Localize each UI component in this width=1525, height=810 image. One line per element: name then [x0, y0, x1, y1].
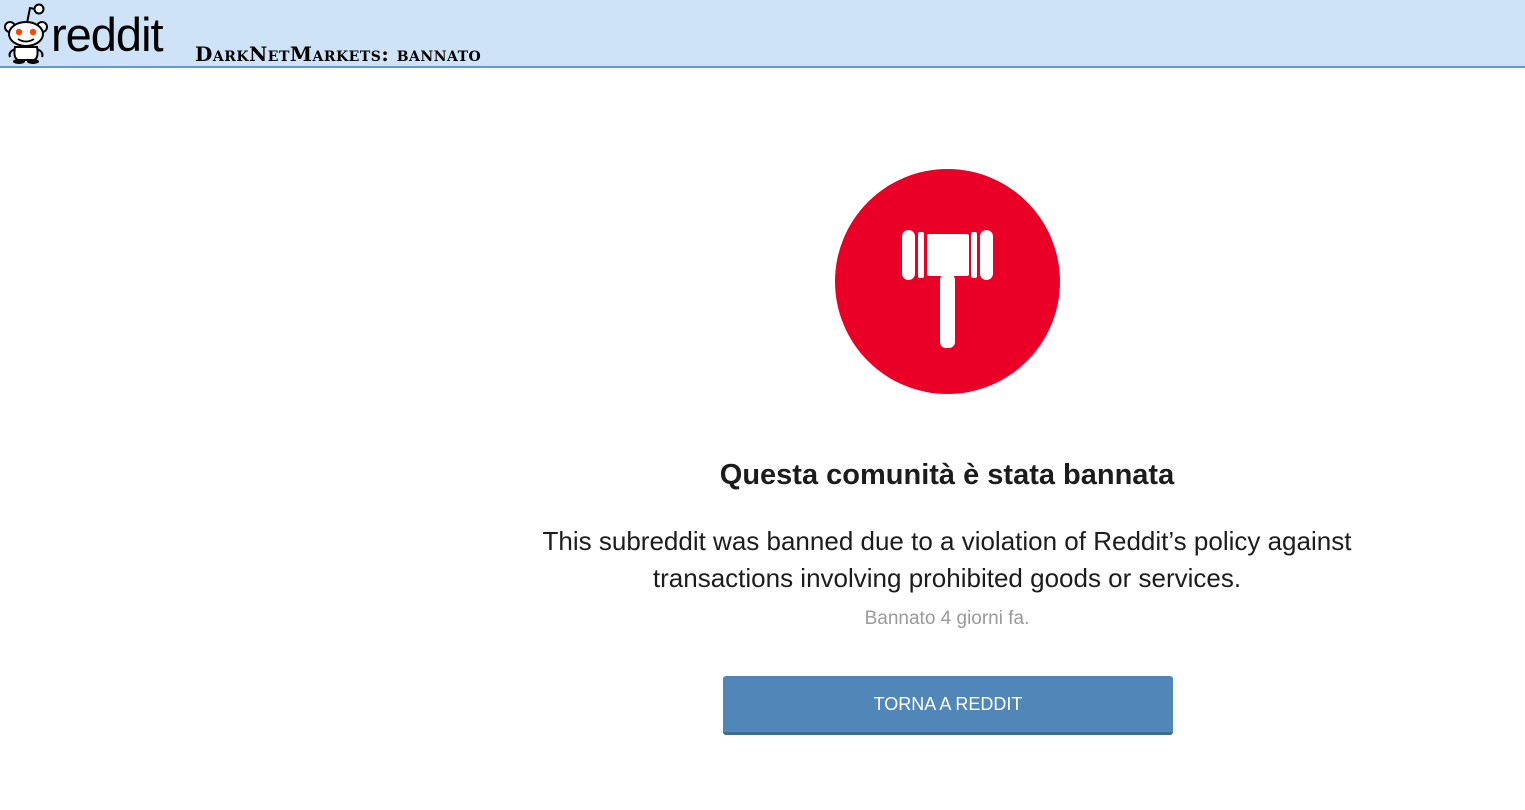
gavel-icon: [835, 169, 1060, 394]
ban-timestamp: Bannato 4 giorni fa.: [864, 608, 1030, 629]
ban-message-line: transactions involving prohibited goods …: [652, 563, 1242, 593]
reddit-wordmark[interactable]: reddit: [51, 9, 164, 61]
back-to-reddit-button[interactable]: TORNA A REDDIT: [723, 676, 1173, 735]
ban-message-line: This subreddit was banned due to a viola…: [542, 526, 1352, 556]
snoo-logo-icon[interactable]: [2, 2, 50, 64]
ban-message: This subreddit was banned due to a viola…: [447, 523, 1447, 597]
header-bar: reddit DarkNetMarkets: bannato: [0, 0, 1525, 68]
page-title[interactable]: DarkNetMarkets: bannato: [195, 42, 481, 66]
ban-title: Questa comunità è stata bannata: [719, 459, 1175, 491]
